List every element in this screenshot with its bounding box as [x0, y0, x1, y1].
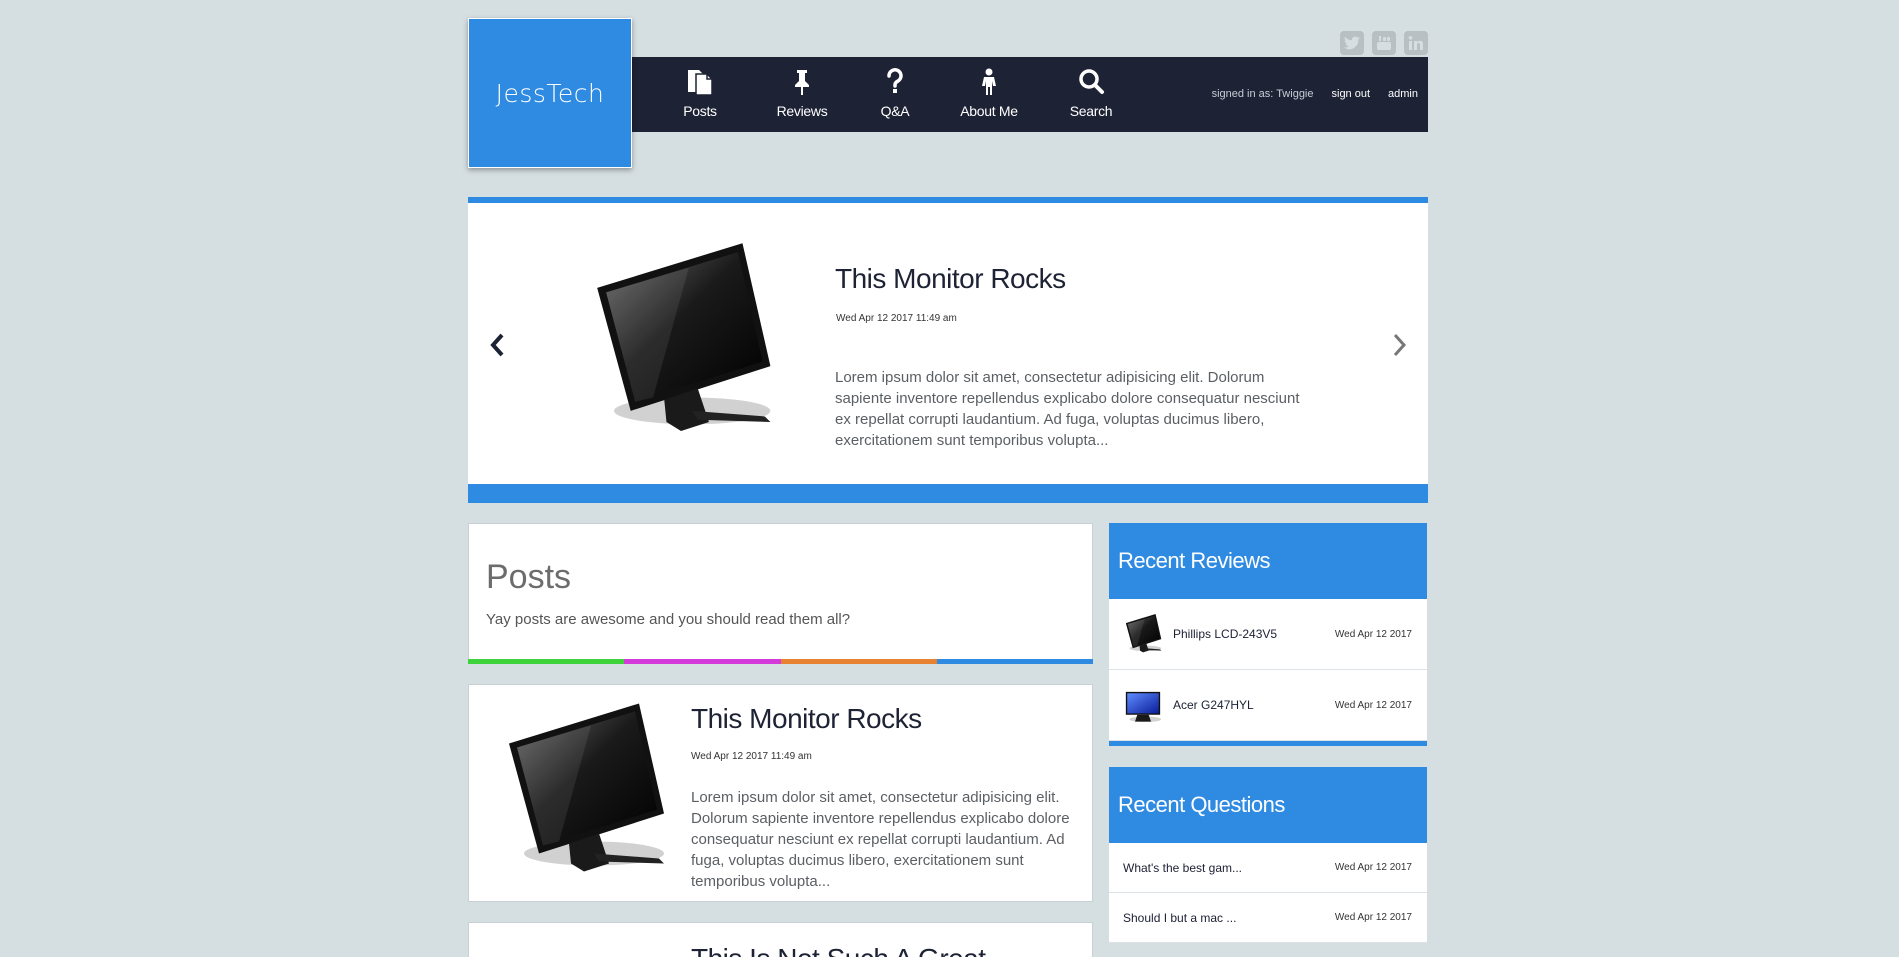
question-icon: [887, 68, 903, 93]
recent-questions-panel: Recent Questions What's the best gam... …: [1109, 767, 1427, 943]
chevron-right-icon[interactable]: [1389, 331, 1409, 359]
review-item[interactable]: Acer G247HYL Wed Apr 12 2017: [1109, 670, 1427, 741]
chevron-left-icon[interactable]: [488, 331, 508, 359]
pin-icon: [795, 70, 809, 95]
sign-out-link[interactable]: sign out: [1332, 88, 1371, 100]
file-icon: [688, 70, 713, 96]
recent-questions-heading: Recent Questions: [1118, 792, 1285, 817]
review-date: Wed Apr 12 2017: [1334, 700, 1412, 711]
post-date: Wed Apr 12 2017 11:49 am: [691, 751, 812, 762]
carousel-title[interactable]: This Monitor Rocks: [835, 263, 1066, 295]
nav-label-search: Search: [1069, 103, 1113, 119]
recent-questions-header: Recent Questions: [1109, 767, 1427, 843]
social-links: [1340, 31, 1428, 55]
color-bar-segment: [780, 659, 937, 664]
carousel-date: Wed Apr 12 2017 11:49 am: [836, 313, 957, 324]
question-item[interactable]: Should I but a mac ... Wed Apr 12 2017: [1109, 893, 1427, 943]
post-card[interactable]: This Is Not Such A Great: [468, 922, 1093, 957]
monitor-image[interactable]: [586, 241, 776, 441]
color-bar-segment: [936, 659, 1093, 664]
page-container: JessTech Posts Reviews Q&A About Me Sear…: [468, 0, 1428, 957]
posts-header: Posts Yay posts are awesome and you shou…: [468, 523, 1093, 664]
logo[interactable]: JessTech: [468, 18, 632, 168]
nav-label-reviews: Reviews: [776, 103, 828, 119]
question-date: Wed Apr 12 2017: [1334, 862, 1412, 873]
post-excerpt: Lorem ipsum dolor sit amet, consectetur …: [691, 789, 1070, 890]
featured-carousel: This Monitor Rocks Wed Apr 12 2017 11:49…: [468, 197, 1428, 503]
monitor-thumbnail: [1125, 691, 1162, 723]
carousel-excerpt: Lorem ipsum dolor sit amet, consectetur …: [835, 369, 1300, 449]
person-icon: [982, 68, 996, 95]
color-bar: [468, 659, 1093, 664]
monitor-image: [509, 703, 664, 872]
search-icon: [1079, 69, 1104, 94]
recent-reviews-header: Recent Reviews: [1109, 523, 1427, 599]
twitter-icon[interactable]: [1340, 31, 1364, 55]
review-date: Wed Apr 12 2017: [1334, 629, 1412, 640]
posts-subheading: Yay posts are awesome and you should rea…: [486, 611, 851, 628]
main-nav: Posts Reviews Q&A About Me Search signed…: [631, 57, 1428, 132]
post-title[interactable]: This Monitor Rocks: [691, 703, 922, 735]
user-area: signed in as: Twiggie sign out admin: [1212, 88, 1418, 100]
question-date: Wed Apr 12 2017: [1334, 912, 1412, 923]
recent-reviews-heading: Recent Reviews: [1118, 548, 1270, 573]
question-title: Should I but a mac ...: [1123, 911, 1237, 925]
signed-in-text: signed in as: Twiggie: [1211, 88, 1314, 100]
admin-link[interactable]: admin: [1388, 88, 1418, 100]
nav-label-about: About Me: [960, 103, 1018, 119]
posts-heading: Posts: [486, 558, 572, 596]
nav-item-qa[interactable]: Q&A: [867, 57, 923, 132]
review-name: Acer G247HYL: [1173, 698, 1254, 712]
question-title: What's the best gam...: [1123, 861, 1243, 875]
nav-item-reviews[interactable]: Reviews: [767, 57, 837, 132]
review-name: Phillips LCD-243V5: [1173, 627, 1278, 641]
nav-label-qa: Q&A: [880, 103, 910, 119]
nav-item-search[interactable]: Search: [1061, 57, 1121, 132]
recent-reviews-panel: Recent Reviews Phillips LCD-243V5 Wed Ap…: [1109, 523, 1427, 746]
carousel-bottom-bar: [468, 484, 1428, 503]
nav-item-about[interactable]: About Me: [953, 57, 1025, 132]
logo-text: JessTech: [495, 78, 605, 108]
color-bar-segment: [624, 659, 781, 664]
monitor-thumbnail: [1125, 614, 1162, 653]
nav-label-posts: Posts: [683, 103, 717, 119]
youtube-icon[interactable]: [1372, 31, 1396, 55]
review-item[interactable]: Phillips LCD-243V5 Wed Apr 12 2017: [1109, 599, 1427, 670]
linkedin-icon[interactable]: [1404, 31, 1428, 55]
post-title[interactable]: This Is Not Such A Great: [691, 943, 986, 957]
recent-reviews-bottom-bar: [1109, 741, 1427, 746]
question-item[interactable]: What's the best gam... Wed Apr 12 2017: [1109, 843, 1427, 893]
color-bar-segment: [468, 659, 625, 664]
post-card[interactable]: This Monitor Rocks Wed Apr 12 2017 11:49…: [468, 684, 1093, 902]
nav-item-posts[interactable]: Posts: [671, 57, 729, 132]
